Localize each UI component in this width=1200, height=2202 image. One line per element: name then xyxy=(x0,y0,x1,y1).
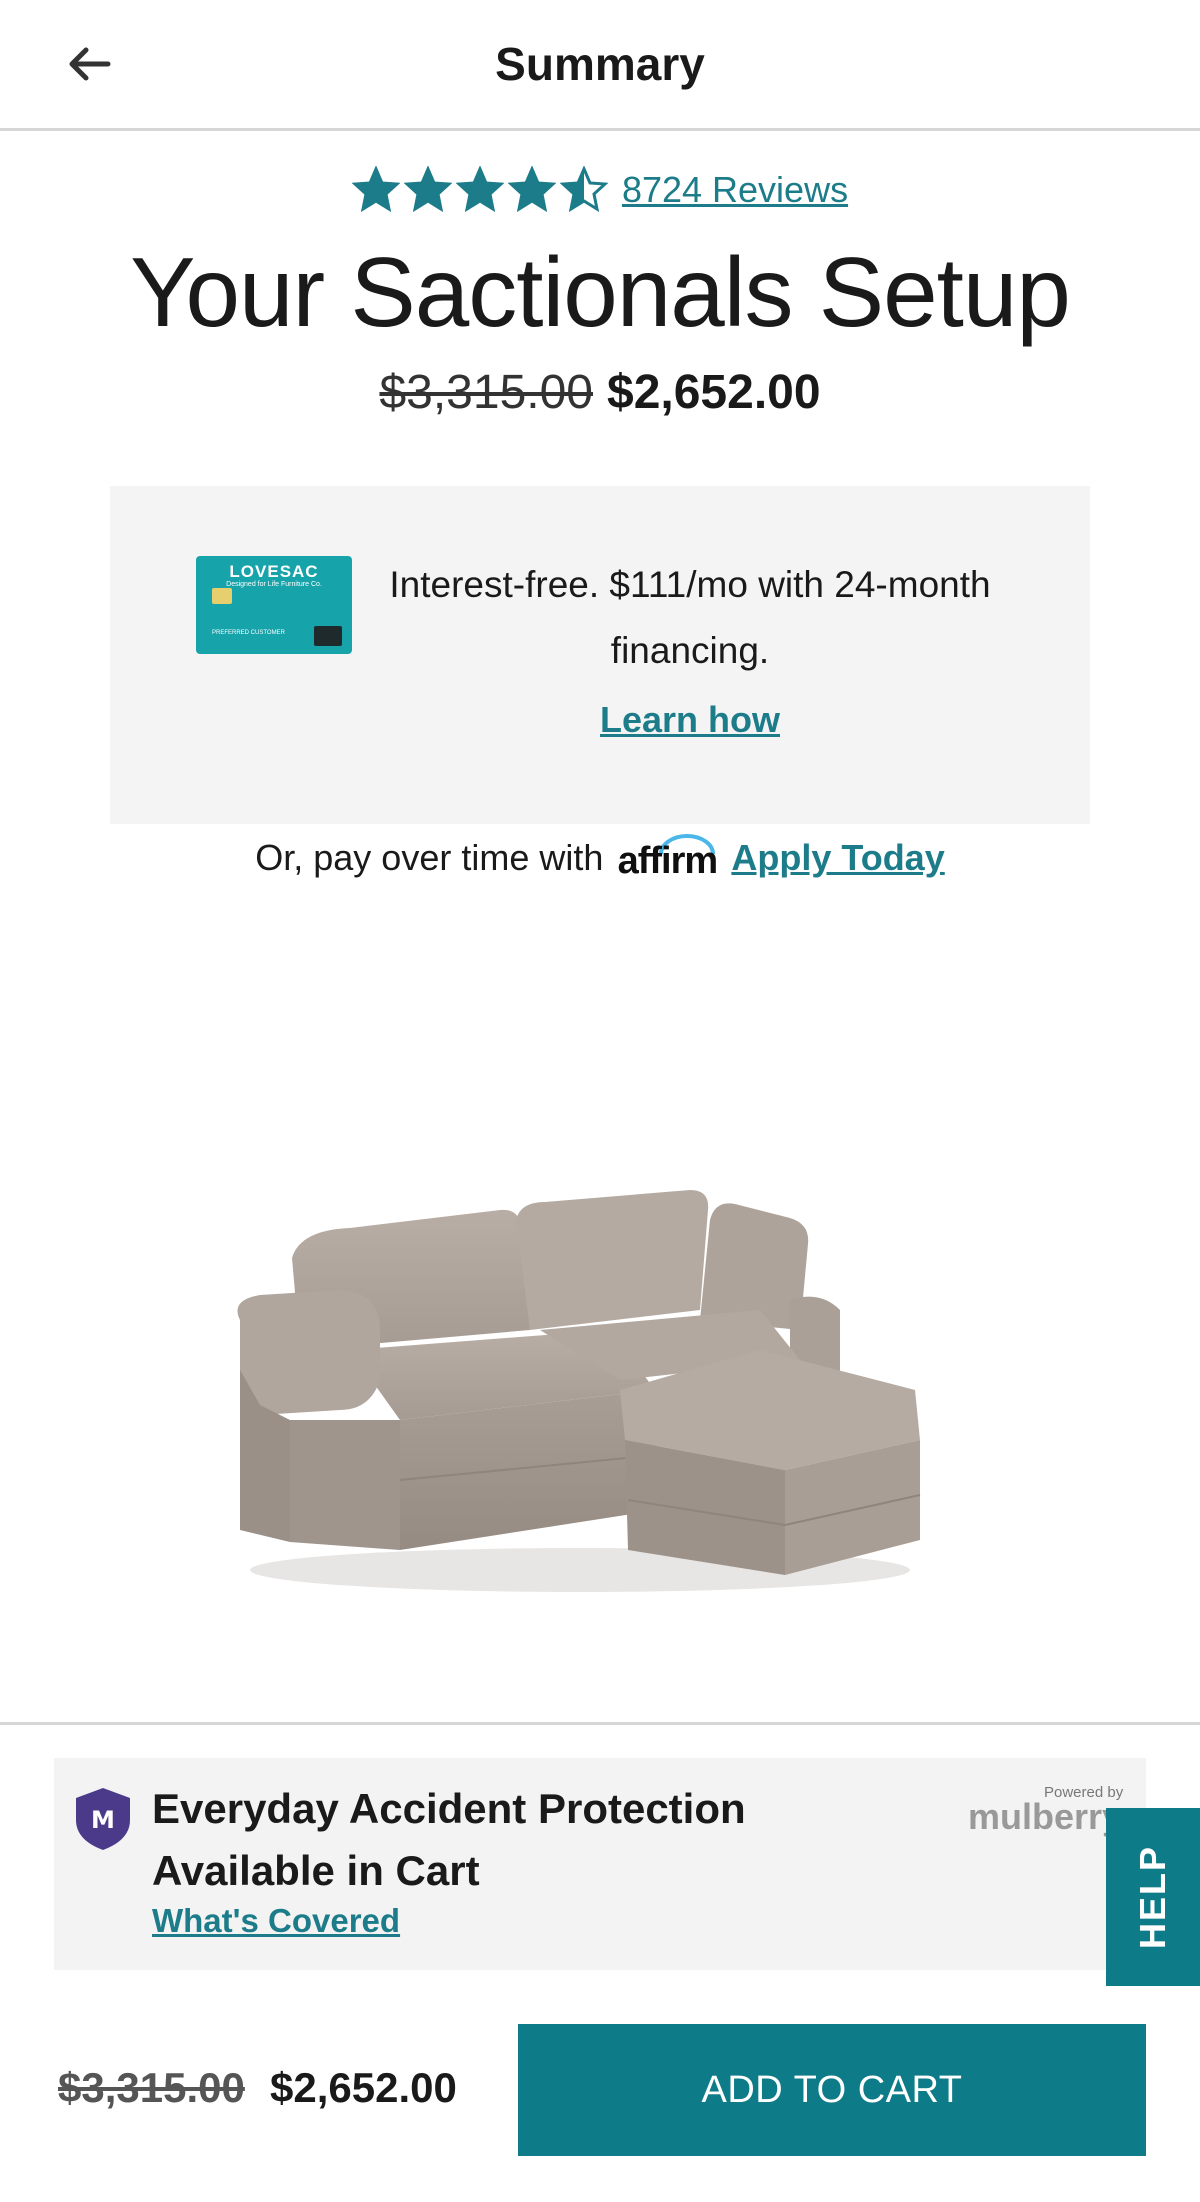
financing-text: Interest-free. $111/mo with 24-month fin… xyxy=(389,564,991,671)
star-rating xyxy=(351,166,608,214)
affirm-prefix: Or, pay over time with xyxy=(255,837,604,878)
mulberry-logo: mulberry xyxy=(968,1796,1106,1837)
shield-letter: M xyxy=(91,1806,115,1834)
protection-title: Everyday Accident Protection Available i… xyxy=(152,1785,746,1894)
affirm-row: Or, pay over time with affirm Apply Toda… xyxy=(0,828,1200,888)
help-button[interactable]: HELP xyxy=(1106,1808,1200,1986)
apply-today-link[interactable]: Apply Today xyxy=(731,837,944,879)
lovesac-card-image: LOVESAC Designed for Life Furniture Co. … xyxy=(196,556,352,654)
affirm-logo: affirm xyxy=(617,833,719,883)
reviews-link[interactable]: 8724 Reviews xyxy=(622,169,848,211)
card-customer-label: PREFERRED CUSTOMER xyxy=(212,630,285,636)
help-label: HELP xyxy=(1132,1844,1174,1950)
star-icon xyxy=(403,166,452,213)
section-divider xyxy=(0,1722,1200,1725)
original-price: $3,315.00 xyxy=(379,365,593,419)
star-icon xyxy=(507,166,556,213)
sale-price: $2,652.00 xyxy=(607,365,821,419)
card-tagline: Designed for Life Furniture Co. xyxy=(226,581,322,588)
card-brand: LOVESAC xyxy=(229,562,319,581)
whats-covered-link[interactable]: What's Covered xyxy=(152,1902,400,1940)
bottom-sale-price: $2,652.00 xyxy=(270,2064,457,2111)
shield-icon: M xyxy=(76,1788,130,1850)
setup-title: Your Sactionals Setup xyxy=(130,237,1071,347)
star-icon xyxy=(455,166,504,213)
star-icon xyxy=(559,166,608,213)
add-to-cart-button[interactable]: ADD TO CART xyxy=(518,2024,1146,2156)
sectional-sofa-image xyxy=(237,1190,921,1592)
affirm-wordmark: affirm xyxy=(617,839,719,882)
page-title: Summary xyxy=(495,38,705,90)
bottom-original-price: $3,315.00 xyxy=(58,2064,245,2111)
card-network-icon xyxy=(314,626,342,646)
card-chip-icon xyxy=(212,588,232,604)
price-row: $3,315.00 $2,652.00 xyxy=(0,360,1200,424)
star-icon xyxy=(351,166,400,213)
learn-how-link[interactable]: Learn how xyxy=(372,692,1008,748)
rating-row: 8724 Reviews xyxy=(0,160,1200,220)
